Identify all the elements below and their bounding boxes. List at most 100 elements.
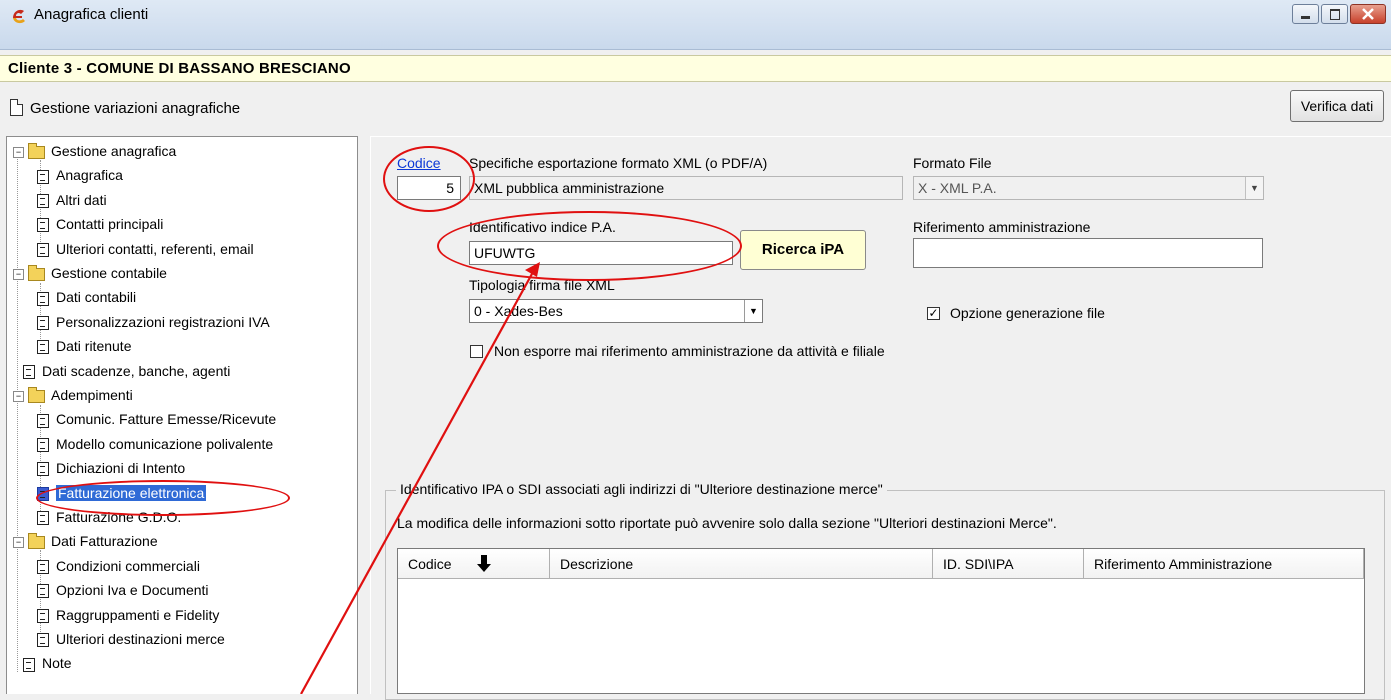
tree-item[interactable]: Dati scadenze, banche, agenti xyxy=(19,360,230,382)
tree-item[interactable]: Ulteriori destinazioni merce xyxy=(37,628,225,650)
tree-item[interactable]: Note xyxy=(19,652,72,674)
folder-icon xyxy=(28,142,45,159)
formato-label: Formato File xyxy=(913,155,992,171)
tree-item[interactable]: Dati ritenute xyxy=(37,335,131,357)
tree-item[interactable]: Condizioni commerciali xyxy=(37,555,200,577)
tree-item[interactable]: Dichiazioni di Intento xyxy=(37,457,185,479)
navigation-tree: − Gestione anagrafica Anagrafica Altri dati… xyxy=(6,136,358,694)
tree-item-label: Altri dati xyxy=(56,191,107,208)
opzione-checkbox[interactable]: ✓ xyxy=(927,307,940,320)
verify-data-button[interactable]: Verifica dati xyxy=(1290,90,1384,122)
opzione-label[interactable]: Opzione generazione file xyxy=(950,305,1105,321)
tree-item[interactable]: Dati contabili xyxy=(37,286,136,308)
tree-item[interactable]: Comunic. Fatture Emesse/Ricevute xyxy=(37,408,276,430)
column-header-descrizione[interactable]: Descrizione xyxy=(550,549,933,579)
tree-item[interactable]: − Gestione contabile xyxy=(13,262,167,284)
minimize-button[interactable] xyxy=(1292,4,1319,24)
tree-item-label: Personalizzazioni registrazioni IVA xyxy=(56,313,270,330)
tree-item[interactable]: − Gestione anagrafica xyxy=(13,140,176,162)
formato-select[interactable]: X - XML P.A. ▼ xyxy=(913,176,1264,200)
collapse-icon[interactable]: − xyxy=(13,268,24,280)
tree-item-label: Ulteriori destinazioni merce xyxy=(56,631,225,647)
page-icon xyxy=(37,633,49,648)
tree-item[interactable]: Personalizzazioni registrazioni IVA xyxy=(37,311,270,333)
tree-item[interactable]: Ulteriori contatti, referenti, email xyxy=(37,238,254,260)
tree-item[interactable]: Fatturazione G.D.O. xyxy=(37,506,181,528)
formato-value: X - XML P.A. xyxy=(918,180,997,196)
column-label: Codice xyxy=(408,556,452,572)
ricerca-ipa-button[interactable]: Ricerca iPA xyxy=(740,230,866,270)
page-icon xyxy=(37,316,49,331)
page-icon xyxy=(37,438,49,453)
chevron-down-icon: ▼ xyxy=(1245,177,1263,199)
page-icon xyxy=(37,194,49,209)
non-esporre-label[interactable]: Non esporre mai riferimento amministrazi… xyxy=(494,343,885,359)
tree-item[interactable]: − Adempimenti xyxy=(13,384,133,406)
page-icon xyxy=(37,340,49,355)
tree-item[interactable]: Modello comunicazione polivalente xyxy=(37,433,273,455)
collapse-icon[interactable]: − xyxy=(13,146,24,158)
folder-icon xyxy=(28,533,45,550)
tree-item-label: Comunic. Fatture Emesse/Ricevute xyxy=(56,411,277,428)
tree-item[interactable]: Anagrafica xyxy=(37,164,123,186)
tree-item[interactable]: Raggruppamenti e Fidelity xyxy=(37,604,219,626)
tree-item[interactable]: Contatti principali xyxy=(37,213,163,235)
app-logo-icon xyxy=(13,9,25,24)
tree-item-label: Ulteriori contatti, referenti, email xyxy=(56,240,254,257)
group-note: La modifica delle informazioni sotto rip… xyxy=(397,515,1057,531)
tree-item-label: Gestione contabile xyxy=(51,265,167,281)
rif-field[interactable] xyxy=(913,238,1263,268)
column-header-codice[interactable]: Codice xyxy=(398,549,550,579)
variations-label[interactable]: Gestione variazioni anagrafiche xyxy=(30,100,240,117)
page-icon xyxy=(37,291,49,306)
firma-label: Tipologia firma file XML xyxy=(469,277,615,293)
collapse-icon[interactable]: − xyxy=(13,390,24,402)
column-header-id-sdi[interactable]: ID. SDI\IPA xyxy=(933,549,1084,579)
group-title: Identificativo IPA o SDI associati agli … xyxy=(396,481,887,497)
page-icon xyxy=(37,218,49,233)
page-icon xyxy=(37,242,49,257)
page-icon xyxy=(23,657,35,672)
tree-item-label: Contatti principali xyxy=(56,216,164,233)
maximize-icon xyxy=(1330,9,1340,20)
rif-label: Riferimento amministrazione xyxy=(913,219,1091,235)
close-button[interactable] xyxy=(1350,4,1386,24)
page-icon xyxy=(37,560,49,575)
tree-item-label: Gestione anagrafica xyxy=(51,143,177,159)
destinations-table[interactable]: Codice Descrizione ID. SDI\IPA Riferimen… xyxy=(397,548,1365,694)
collapse-icon[interactable]: − xyxy=(13,537,24,549)
page-icon xyxy=(37,462,49,477)
sort-arrow-down-icon xyxy=(477,555,491,572)
page-icon xyxy=(37,584,49,599)
tree-item-label: Dati Fatturazione xyxy=(51,533,158,550)
codice-field[interactable]: 5 xyxy=(397,176,461,200)
tree-item-label: Dati ritenute xyxy=(56,338,132,355)
tree-item[interactable]: Altri dati xyxy=(37,189,107,211)
tree-item[interactable]: Fatturazione elettronica xyxy=(37,482,207,504)
page-icon xyxy=(37,413,49,428)
tree-item-label: Fatturazione elettronica xyxy=(56,484,207,501)
page-icon xyxy=(37,608,49,623)
tree-item-label: Dati contabili xyxy=(56,289,137,306)
maximize-button[interactable] xyxy=(1321,4,1348,24)
client-name: Cliente 3 - COMUNE DI BASSANO BRESCIANO xyxy=(8,60,351,77)
document-icon xyxy=(10,99,23,116)
firma-select[interactable]: 0 - Xades-Bes ▼ xyxy=(469,299,763,323)
tree-item[interactable]: Opzioni Iva e Documenti xyxy=(37,579,209,601)
ipa-field[interactable]: UFUWTG xyxy=(469,241,733,265)
ipa-label: Identificativo indice P.A. xyxy=(469,219,616,235)
tree-item-label: Note xyxy=(42,655,72,672)
non-esporre-checkbox[interactable] xyxy=(470,345,483,358)
folder-icon xyxy=(28,386,45,403)
tree-item-label: Modello comunicazione polivalente xyxy=(56,435,274,452)
tree-item[interactable]: − Dati Fatturazione xyxy=(13,530,158,552)
column-header-riferimento[interactable]: Riferimento Amministrazione xyxy=(1084,549,1364,579)
folder-icon xyxy=(28,264,45,281)
page-icon xyxy=(37,511,49,526)
tree-item-label: Fatturazione G.D.O. xyxy=(56,509,182,525)
codice-link[interactable]: Codice xyxy=(397,155,441,171)
tree-item-label: Anagrafica xyxy=(56,167,123,184)
window-title: Anagrafica clienti xyxy=(34,6,149,23)
spec-label: Specifiche esportazione formato XML (o P… xyxy=(469,155,768,171)
tree-item-label: Adempimenti xyxy=(51,387,133,403)
